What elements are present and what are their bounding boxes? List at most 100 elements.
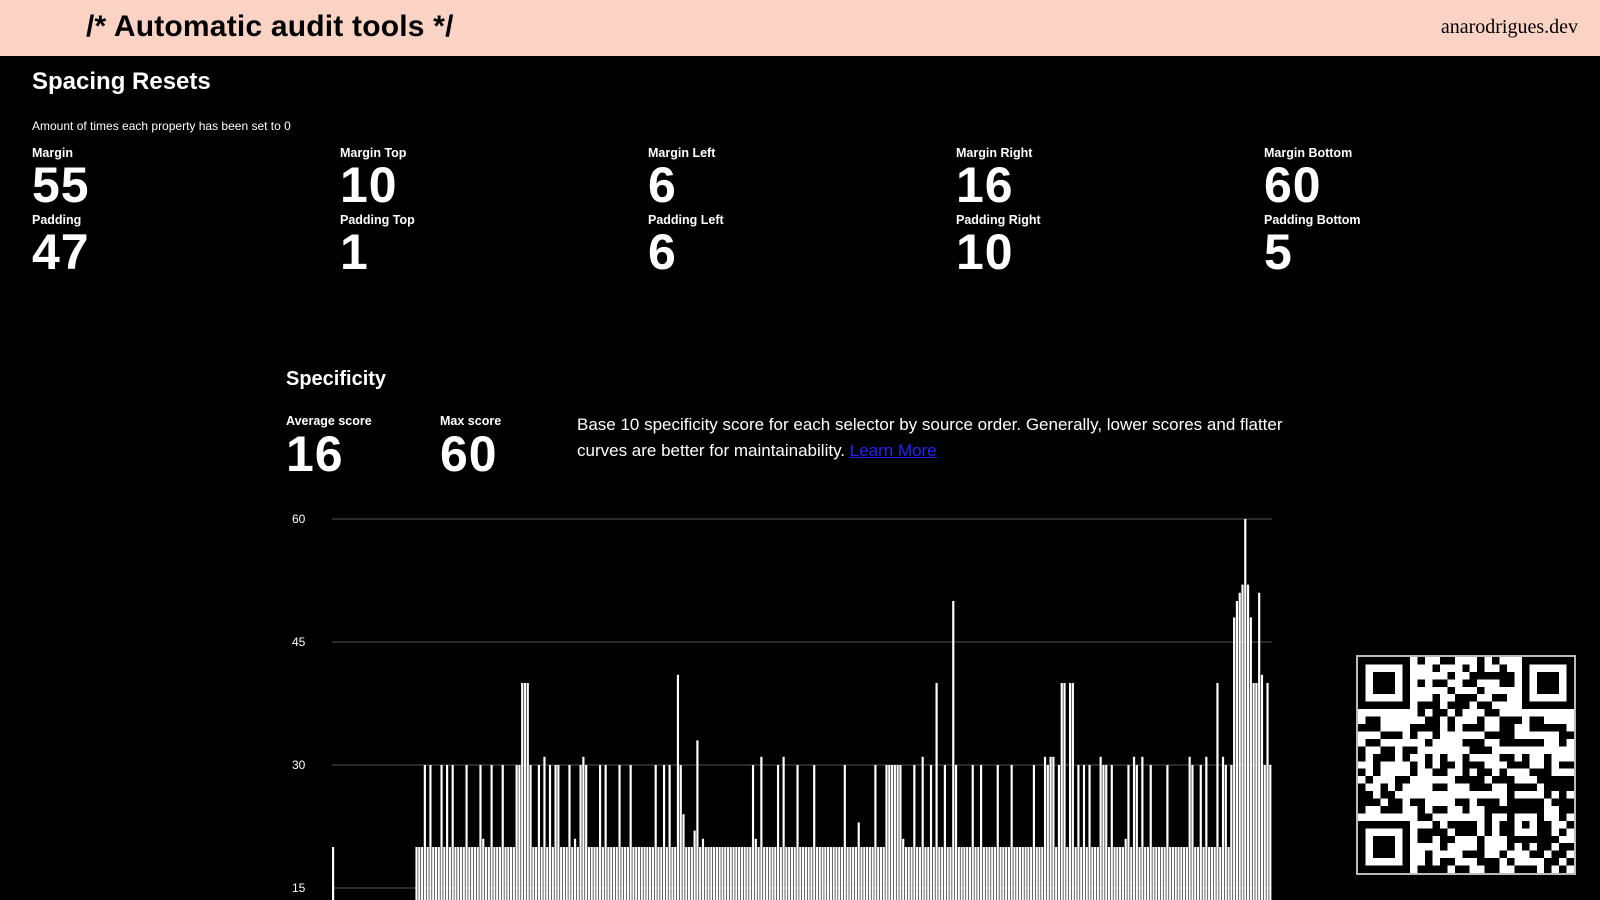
chart-bar [1180, 847, 1183, 900]
chart-bar [434, 847, 438, 900]
chart-bar [952, 601, 955, 900]
chart-bar [941, 847, 944, 900]
chart-bar [715, 847, 718, 900]
chart-bar [615, 847, 618, 900]
chart-bar [924, 847, 927, 900]
chart-bar [1055, 847, 1058, 900]
chart-bar [932, 847, 935, 900]
qr-code-icon [1356, 655, 1576, 875]
chart-bar [982, 847, 985, 900]
chart-bar [471, 847, 474, 900]
chart-bar [418, 847, 421, 900]
chart-bar [902, 838, 905, 900]
chart-bar [1121, 847, 1124, 900]
chart-bar [1235, 601, 1239, 900]
chart-tick-label: 60 [292, 512, 306, 526]
chart-bar [537, 765, 540, 900]
chart-bar [624, 847, 627, 900]
chart-bar [852, 847, 855, 900]
chart-bar [988, 847, 991, 900]
chart-bar [921, 756, 924, 900]
chart-bar [479, 765, 482, 900]
chart-bar [1032, 765, 1036, 900]
chart-bar [585, 765, 588, 900]
chart-bar [1169, 847, 1172, 900]
chart-bar [1149, 765, 1152, 900]
chart-bar [874, 765, 877, 900]
chart-bar [1199, 765, 1202, 900]
chart-bar [612, 847, 616, 900]
chart-bar [1127, 765, 1130, 900]
chart-bar [1210, 847, 1213, 900]
chart-bar [446, 765, 449, 900]
chart-bar [865, 847, 869, 900]
chart-bar [726, 847, 730, 900]
chart-bar [807, 847, 810, 900]
chart-bar [1244, 519, 1247, 900]
chart-bar [1082, 765, 1086, 900]
chart-bar [738, 847, 741, 900]
chart-bar [1163, 847, 1166, 900]
chart-bar [746, 847, 749, 900]
chart-bar [1119, 847, 1122, 900]
chart-bar [1144, 847, 1147, 900]
chart-bar [1107, 847, 1111, 900]
chart-bar [607, 847, 610, 900]
chart-bar [637, 847, 641, 900]
chart-bar [757, 847, 760, 900]
chart-bar [635, 847, 638, 900]
chart-bar [501, 765, 504, 900]
chart-bar [718, 847, 721, 900]
chart-bar [704, 847, 707, 900]
chart-bar [598, 765, 602, 900]
chart-bar [824, 847, 827, 900]
chart-bar [724, 847, 727, 900]
chart-bar [765, 847, 769, 900]
chart-bar [1177, 847, 1180, 900]
chart-bar [1216, 683, 1219, 900]
chart-bar [682, 814, 685, 900]
chart-bar [949, 847, 952, 900]
chart-bar [710, 847, 713, 900]
chart-bar [885, 765, 888, 900]
chart-bar [971, 765, 974, 900]
chart-bar [1013, 847, 1016, 900]
chart-bar [1060, 683, 1063, 900]
chart-bar [1071, 683, 1074, 900]
chart-bar [440, 765, 443, 900]
chart-bar [640, 847, 643, 900]
chart-bar [877, 847, 880, 900]
chart-bar [1191, 765, 1194, 900]
chart-bar [548, 765, 552, 900]
chart-bar [1224, 765, 1227, 900]
chart-bar [1052, 756, 1055, 900]
chart-bar [512, 847, 515, 900]
chart-bar [551, 847, 554, 900]
chart-bar [968, 847, 972, 900]
chart-bar [896, 765, 899, 900]
chart-bar [671, 847, 674, 900]
chart-bar [668, 765, 671, 900]
chart-bar [490, 765, 493, 900]
chart-bar [1066, 847, 1069, 900]
chart-bar [423, 765, 426, 900]
chart-bar [707, 847, 710, 900]
chart-bar [799, 847, 802, 900]
chart-bar [521, 683, 524, 900]
chart-bar [1010, 765, 1013, 900]
chart-bar [465, 765, 468, 900]
chart-bar [593, 847, 596, 900]
chart-bar [1002, 847, 1005, 900]
chart-bar [1124, 838, 1127, 900]
chart-bar [496, 847, 499, 900]
chart-bar [751, 765, 755, 900]
chart-bar [713, 847, 716, 900]
chart-bar [966, 847, 969, 900]
chart-bar [735, 847, 738, 900]
chart-grid: 60 45 30 15 [292, 512, 1272, 895]
chart-bar [821, 847, 824, 900]
chart-bar [749, 847, 752, 900]
chart-bars [332, 519, 1272, 900]
chart-bar [1085, 847, 1088, 900]
chart-bar [626, 847, 629, 900]
